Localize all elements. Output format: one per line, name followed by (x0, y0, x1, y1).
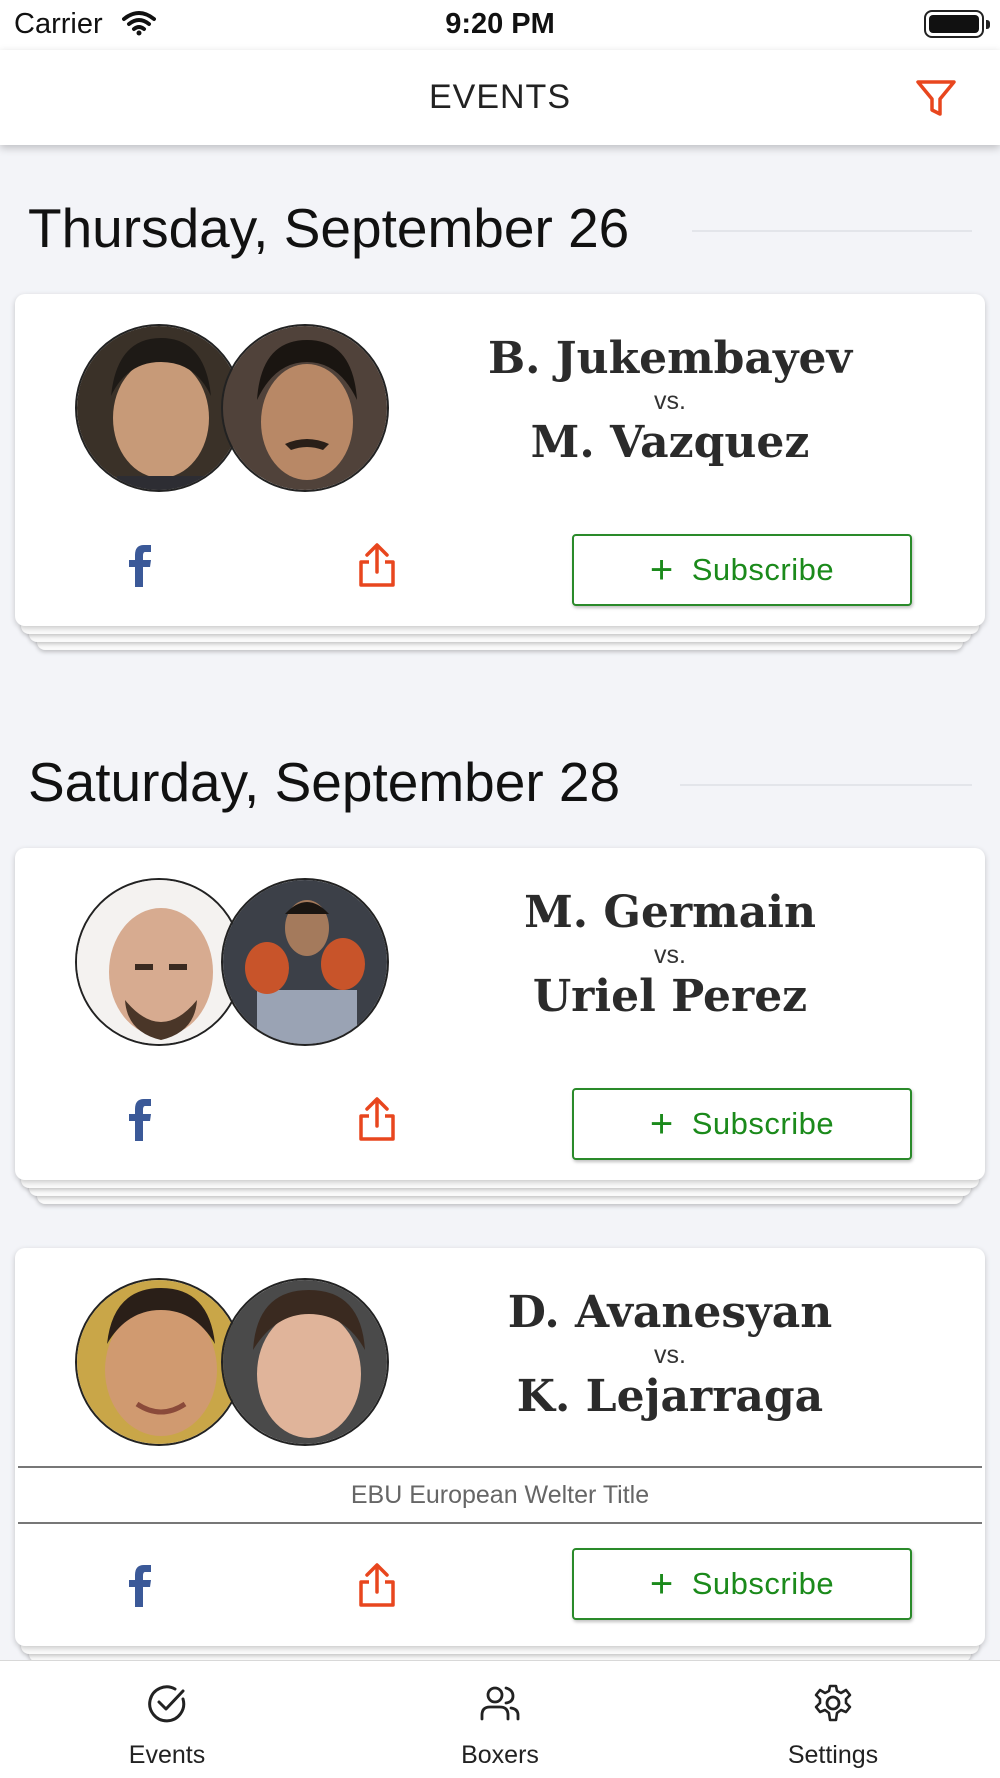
event-card-stack: B. Jukembayev vs. M. Vazquez + Subscribe (15, 294, 985, 656)
divider (680, 784, 972, 786)
section-date: Thursday, September 26 (28, 197, 630, 259)
avatar (221, 1278, 389, 1446)
fighter-avatars (75, 878, 395, 1046)
tab-bar: Events Boxers Settings (0, 1660, 1000, 1778)
divider (692, 230, 972, 232)
plus-icon: + (649, 1562, 674, 1606)
matchup: B. Jukembayev vs. M. Vazquez (435, 334, 905, 468)
event-card-stack: M. Germain vs. Uriel Perez + Subscribe (15, 848, 985, 1210)
facebook-icon[interactable] (123, 544, 159, 588)
gear-icon (813, 1683, 853, 1723)
subscribe-button[interactable]: + Subscribe (572, 1548, 912, 1620)
status-bar: Carrier 9:20 PM (0, 0, 1000, 50)
subscribe-label: Subscribe (691, 1106, 835, 1141)
title-fight-label: EBU European Welter Title (18, 1466, 982, 1524)
tab-events[interactable]: Events (67, 1661, 267, 1778)
event-card[interactable]: B. Jukembayev vs. M. Vazquez + Subscribe (15, 294, 985, 626)
event-card[interactable]: M. Germain vs. Uriel Perez + Subscribe (15, 848, 985, 1180)
vs-label: vs. (654, 387, 686, 415)
matchup: M. Germain vs. Uriel Perez (435, 888, 905, 1022)
plus-icon: + (649, 548, 674, 592)
tab-label: Settings (787, 1741, 879, 1769)
avatar (75, 878, 243, 1046)
section-header: Thursday, September 26 (28, 196, 972, 266)
tab-label: Events (128, 1741, 206, 1769)
facebook-icon[interactable] (123, 1098, 159, 1142)
fighter-avatars (75, 1278, 395, 1446)
fighter-a-name: M. Germain (524, 887, 816, 938)
event-card[interactable]: D. Avanesyan vs. K. Lejarraga EBU Europe… (15, 1248, 985, 1646)
vs-label: vs. (654, 1341, 686, 1369)
section-date: Saturday, September 28 (28, 751, 621, 813)
battery-icon (924, 10, 990, 38)
subscribe-button[interactable]: + Subscribe (572, 1088, 912, 1160)
tab-label: Boxers (461, 1741, 539, 1769)
fighter-a-name: D. Avanesyan (507, 1287, 833, 1338)
fighter-avatars (75, 324, 395, 492)
avatar (221, 878, 389, 1046)
subscribe-button[interactable]: + Subscribe (572, 534, 912, 606)
navigation-bar: EVENTS (0, 50, 1000, 145)
fighter-b-name: K. Lejarraga (516, 1371, 824, 1422)
facebook-icon[interactable] (123, 1564, 159, 1608)
avatar (221, 324, 389, 492)
users-icon (480, 1683, 520, 1723)
section-header: Saturday, September 28 (28, 750, 972, 820)
avatar (75, 1278, 243, 1446)
filter-icon[interactable] (914, 76, 958, 125)
tab-settings[interactable]: Settings (733, 1661, 933, 1778)
vs-label: vs. (654, 941, 686, 969)
share-icon[interactable] (357, 542, 397, 588)
subscribe-label: Subscribe (691, 1566, 835, 1601)
share-icon[interactable] (357, 1096, 397, 1142)
clock: 9:20 PM (445, 8, 555, 40)
event-card-stack: D. Avanesyan vs. K. Lejarraga EBU Europe… (15, 1248, 985, 1670)
subscribe-label: Subscribe (691, 552, 835, 587)
avatar (75, 324, 243, 492)
check-circle-icon (147, 1683, 187, 1723)
tab-boxers[interactable]: Boxers (400, 1661, 600, 1778)
matchup: D. Avanesyan vs. K. Lejarraga (435, 1288, 905, 1422)
page-title: EVENTS (428, 78, 572, 116)
share-icon[interactable] (357, 1562, 397, 1608)
fighter-b-name: M. Vazquez (530, 417, 810, 468)
fighter-b-name: Uriel Perez (532, 971, 808, 1022)
fighter-a-name: B. Jukembayev (487, 333, 853, 384)
plus-icon: + (649, 1102, 674, 1146)
